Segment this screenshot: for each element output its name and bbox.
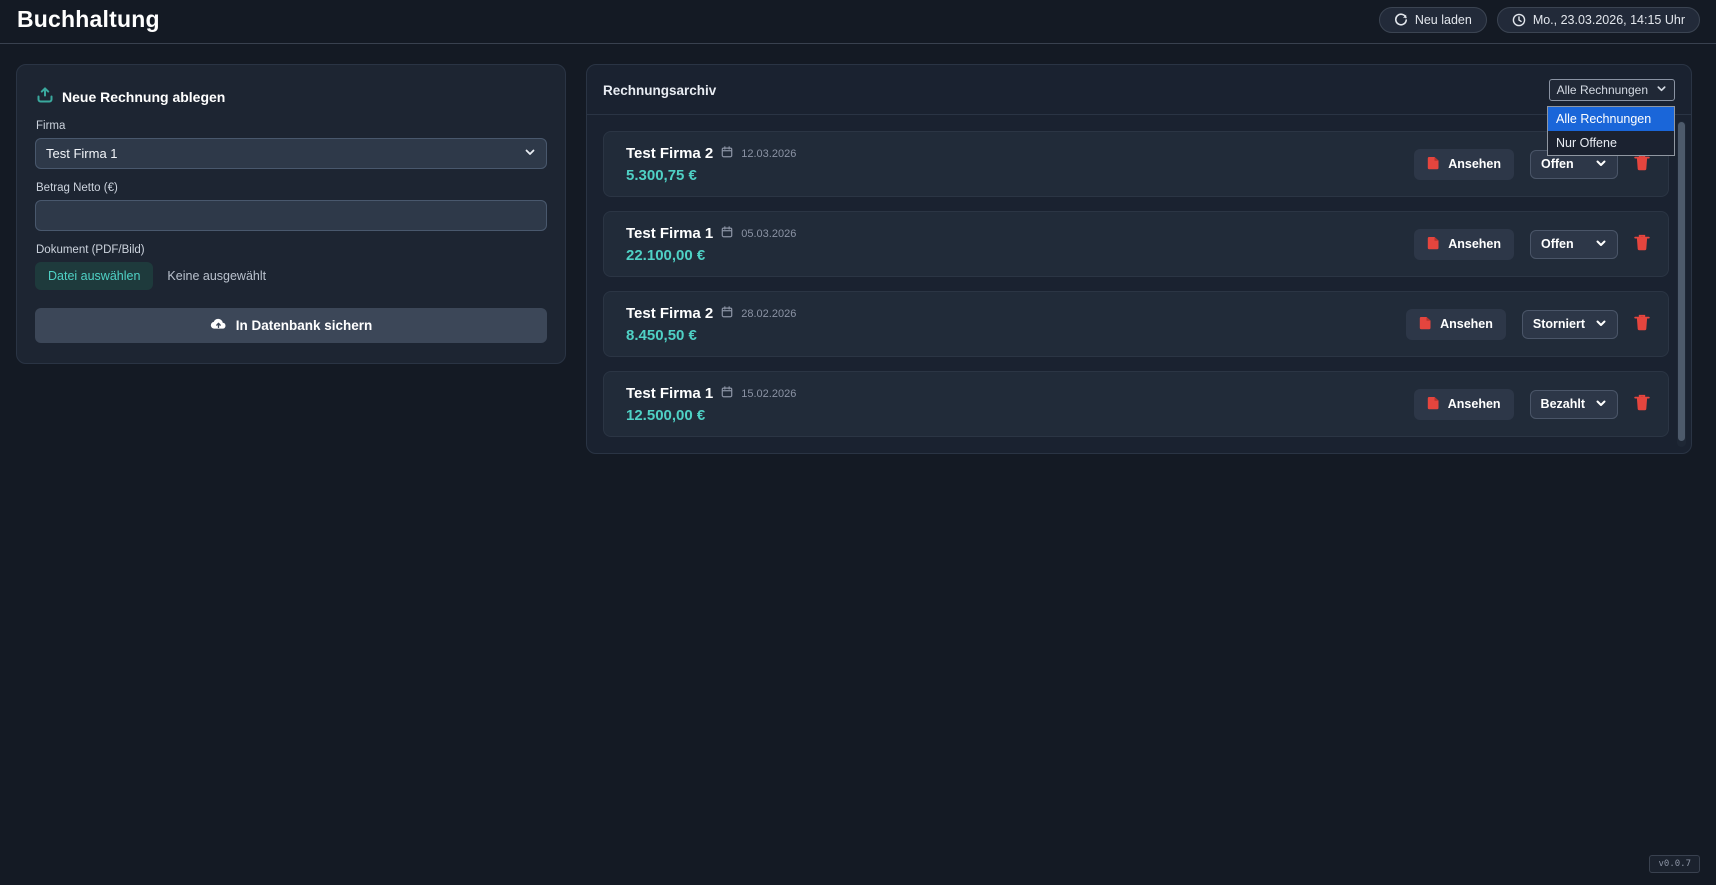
chevron-down-icon xyxy=(1595,317,1607,332)
datetime-label: Mo., 23.03.2026, 14:15 Uhr xyxy=(1533,13,1685,27)
dokument-label: Dokument (PDF/Bild) xyxy=(36,244,547,256)
refresh-icon xyxy=(1394,13,1408,27)
page-title: Buchhaltung xyxy=(17,6,160,33)
pdf-file-icon xyxy=(1427,236,1440,253)
calendar-icon xyxy=(721,385,733,403)
invoice-list: Test Firma 2 12.03.2026 5.300,75 € Anseh… xyxy=(587,115,1691,453)
invoice-date: 12.03.2026 xyxy=(741,148,796,160)
reload-label: Neu laden xyxy=(1415,13,1472,27)
pdf-file-icon xyxy=(1427,396,1440,413)
status-value: Storniert xyxy=(1533,317,1585,331)
invoice-amount: 5.300,75 € xyxy=(626,167,796,184)
trash-icon xyxy=(1634,314,1650,334)
invoice-amount: 8.450,50 € xyxy=(626,327,796,344)
view-button-label: Ansehen xyxy=(1448,397,1501,411)
filter-selected-value: Alle Rechnungen xyxy=(1557,83,1648,97)
firma-selected-value: Test Firma 1 xyxy=(46,146,118,161)
archive-title: Rechnungsarchiv xyxy=(603,83,716,98)
invoice-row: Test Firma 2 28.02.2026 8.450,50 € Anseh… xyxy=(603,291,1669,357)
trash-icon xyxy=(1634,234,1650,254)
version-badge: v0.0.7 xyxy=(1649,855,1700,873)
filter-option-alle-rechnungen[interactable]: Alle Rechnungen xyxy=(1548,107,1674,131)
view-button[interactable]: Ansehen xyxy=(1414,229,1514,260)
status-value: Offen xyxy=(1541,157,1574,171)
chevron-down-icon xyxy=(1595,397,1607,412)
main-content: Neue Rechnung ablegen Firma Test Firma 1… xyxy=(0,44,1716,454)
invoice-date: 15.02.2026 xyxy=(741,388,796,400)
invoice-row: Test Firma 1 05.03.2026 22.100,00 € Anse… xyxy=(603,211,1669,277)
invoice-company: Test Firma 2 xyxy=(626,145,713,162)
archive-panel: Rechnungsarchiv Alle Rechnungen Alle Rec… xyxy=(586,64,1692,454)
status-select[interactable]: Storniert xyxy=(1522,310,1618,339)
view-button[interactable]: Ansehen xyxy=(1414,149,1514,180)
reload-button[interactable]: Neu laden xyxy=(1379,7,1487,33)
choose-file-button[interactable]: Datei auswählen xyxy=(35,262,153,290)
cloud-upload-icon xyxy=(210,317,227,334)
calendar-icon xyxy=(721,305,733,323)
delete-button[interactable] xyxy=(1634,154,1650,174)
betrag-label: Betrag Netto (€) xyxy=(36,182,547,194)
betrag-input[interactable] xyxy=(35,200,547,231)
view-button[interactable]: Ansehen xyxy=(1414,389,1514,420)
trash-icon xyxy=(1634,154,1650,174)
invoice-amount: 12.500,00 € xyxy=(626,407,796,424)
status-select[interactable]: Bezahlt xyxy=(1530,390,1618,419)
archive-filter-select[interactable]: Alle Rechnungen xyxy=(1549,79,1675,101)
filter-dropdown-menu: Alle Rechnungen Nur Offene xyxy=(1547,106,1675,156)
chevron-down-icon xyxy=(524,146,536,161)
form-title: Neue Rechnung ablegen xyxy=(62,89,225,105)
archive-scrollbar[interactable] xyxy=(1677,121,1686,447)
status-value: Offen xyxy=(1541,237,1574,251)
invoice-date: 28.02.2026 xyxy=(741,308,796,320)
status-value: Bezahlt xyxy=(1541,397,1585,411)
header-actions: Neu laden Mo., 23.03.2026, 14:15 Uhr xyxy=(1379,7,1700,33)
invoice-row: Test Firma 2 12.03.2026 5.300,75 € Anseh… xyxy=(603,131,1669,197)
delete-button[interactable] xyxy=(1634,234,1650,254)
file-status-text: Keine ausgewählt xyxy=(167,269,266,283)
view-button-label: Ansehen xyxy=(1448,237,1501,251)
view-button-label: Ansehen xyxy=(1440,317,1493,331)
delete-button[interactable] xyxy=(1634,314,1650,334)
new-invoice-panel: Neue Rechnung ablegen Firma Test Firma 1… xyxy=(16,64,566,364)
delete-button[interactable] xyxy=(1634,394,1650,414)
calendar-icon xyxy=(721,225,733,243)
save-to-database-button[interactable]: In Datenbank sichern xyxy=(35,308,547,343)
save-button-label: In Datenbank sichern xyxy=(236,318,373,333)
invoice-row: Test Firma 1 15.02.2026 12.500,00 € Anse… xyxy=(603,371,1669,437)
view-button[interactable]: Ansehen xyxy=(1406,309,1506,340)
clock-icon xyxy=(1512,13,1526,27)
status-select[interactable]: Offen xyxy=(1530,230,1618,259)
pdf-file-icon xyxy=(1419,316,1432,333)
invoice-amount: 22.100,00 € xyxy=(626,247,796,264)
upload-tray-icon xyxy=(37,87,53,106)
chevron-down-icon xyxy=(1595,237,1607,252)
firma-label: Firma xyxy=(36,120,547,132)
invoice-company: Test Firma 1 xyxy=(626,385,713,402)
firma-select[interactable]: Test Firma 1 xyxy=(35,138,547,169)
invoice-company: Test Firma 2 xyxy=(626,305,713,322)
invoice-date: 05.03.2026 xyxy=(741,228,796,240)
chevron-down-icon xyxy=(1595,157,1607,172)
calendar-icon xyxy=(721,145,733,163)
chevron-down-icon xyxy=(1656,83,1667,97)
archive-header: Rechnungsarchiv Alle Rechnungen xyxy=(587,65,1691,115)
scrollbar-thumb[interactable] xyxy=(1678,122,1685,441)
view-button-label: Ansehen xyxy=(1448,157,1501,171)
invoice-company: Test Firma 1 xyxy=(626,225,713,242)
filter-option-nur-offene[interactable]: Nur Offene xyxy=(1548,131,1674,155)
top-header: Buchhaltung Neu laden Mo., 23.03.2026, 1… xyxy=(0,0,1716,44)
trash-icon xyxy=(1634,394,1650,414)
pdf-file-icon xyxy=(1427,156,1440,173)
form-title-row: Neue Rechnung ablegen xyxy=(37,87,547,106)
file-picker-row: Datei auswählen Keine ausgewählt xyxy=(35,262,547,290)
datetime-display: Mo., 23.03.2026, 14:15 Uhr xyxy=(1497,7,1700,33)
